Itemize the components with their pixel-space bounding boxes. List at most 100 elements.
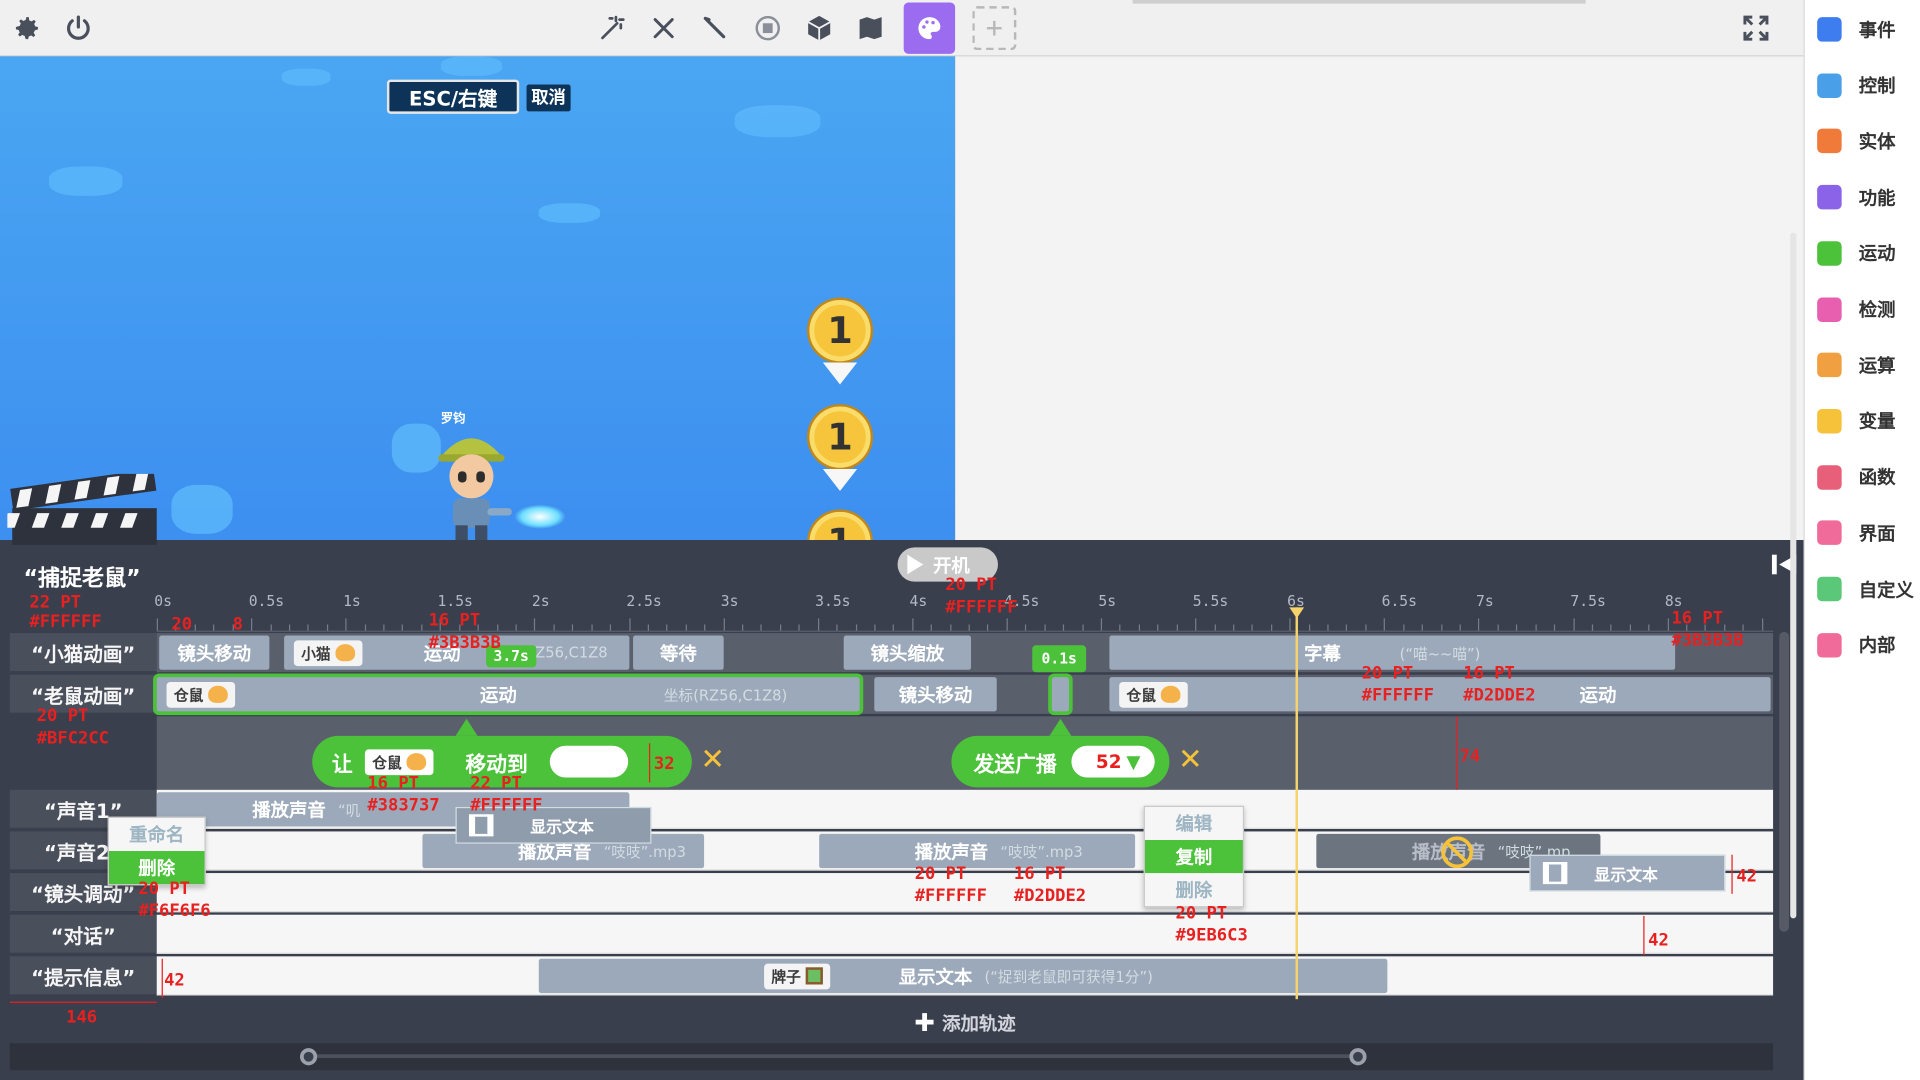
menu-item-delete[interactable]: 删除 [1145,873,1243,906]
coin-marker[interactable]: 1 [809,406,871,468]
ruler-tick [1497,624,1499,631]
ruler-tick [496,624,498,631]
sidebar-item-8[interactable]: 函数 [1805,450,1920,504]
ruler-tick [326,624,328,631]
target-position-input[interactable] [549,745,629,778]
ruler-tick [553,624,555,631]
sidebar-item-label: 事件 [1858,18,1896,42]
sidebar-item-6[interactable]: 运算 [1805,338,1920,392]
track-name[interactable]: “提示信息” [9,956,157,996]
annotation: 16 PT [1671,608,1724,629]
palette-icon[interactable] [903,2,956,54]
add-tool-icon[interactable] [972,6,1017,51]
sidebar-item-3[interactable]: 功能 [1805,170,1920,224]
sidebar-item-7[interactable]: 变量 [1805,394,1920,448]
ruler-tick [1025,624,1027,631]
track-name[interactable]: “对话” [9,914,157,954]
fullscreen-icon[interactable] [1734,6,1778,50]
broadcast-select[interactable]: 52 ▼ [1071,745,1155,778]
ruler-tick [893,624,895,631]
magic-wand-icon[interactable] [590,6,634,50]
ruler-tick [1610,624,1612,631]
cube-icon[interactable] [797,6,841,50]
annotation: 20 PT [36,706,89,727]
ruler-tick [798,624,800,631]
drag-clip-show-text[interactable]: 显示文本 [1529,854,1726,892]
block-text: 让 [331,752,353,777]
annotation: #3B3B3B [428,633,501,653]
clip-context-menu: 编辑 复制 删除 [1143,805,1245,908]
stop-record-icon[interactable] [746,6,790,50]
scroll-handle-right[interactable] [1349,1048,1367,1066]
ruler-tick [930,624,933,631]
ruler-tick [1100,618,1103,631]
gamepad-icon [1817,73,1842,98]
time-badge: 0.1s [1032,645,1087,673]
time-tick-label: 7s [1476,592,1494,610]
add-track-button[interactable]: ✚ 添加轨迹 [156,999,1774,1046]
annotation: 20 [171,614,193,635]
ruler-tick [1459,624,1461,631]
clip-show-text[interactable]: 牌子 显示文本 (“捉到老鼠即可获得1分”) [538,958,1388,994]
ruler-tick [817,618,819,631]
menu-item-edit[interactable]: 编辑 [1145,807,1243,840]
menu-item-rename[interactable]: 重命名 [109,818,205,851]
annotation: 20 PT [914,864,967,885]
scroll-track[interactable] [308,1054,1360,1058]
pen-tool-icon[interactable] [693,6,737,50]
ruler-tick [912,618,914,631]
ruler-tick [307,624,310,631]
settings-gear-icon[interactable] [5,6,49,50]
clip-play-sound[interactable]: 播放声音 “吱吱”.mp3 [819,833,1136,869]
clip-broadcast-marker[interactable] [1051,677,1069,712]
sidebar-scrollbar[interactable] [1790,232,1797,919]
clip-camera-zoom[interactable]: 镜头缩放 [843,635,972,670]
annotation: #D2DDE2 [1013,886,1087,907]
ruler-tick [364,624,366,631]
sidebar-item-10[interactable]: 自定义 [1805,562,1920,616]
broadcast-block[interactable]: 发送广播 52 ▼ [951,735,1170,788]
play-label: 开机 [933,554,970,577]
sidebar-item-label: 界面 [1858,522,1896,545]
ruler-tick [1157,624,1159,631]
vertical-scrollbar[interactable] [1779,631,1789,932]
clip-camera-move[interactable]: 镜头移动 [159,635,270,670]
mouse-chip[interactable]: 仓鼠 [364,748,434,775]
chip-label: 牌子 [771,967,801,986]
track-lane[interactable] [156,914,1774,954]
clip-wait[interactable]: 等待 [633,635,724,670]
playhead-handle-icon[interactable] [1289,607,1305,619]
play-circle-icon [1817,17,1842,42]
clip-sub: “吱吱”.mp3 [603,843,686,861]
close-icon[interactable]: ✕ [700,742,725,776]
sidebar-item-1[interactable]: 控制 [1805,58,1920,112]
menu-item-copy[interactable]: 复制 [1144,840,1243,874]
ruler-tick [1270,624,1272,631]
annotation: 16 PT [367,773,419,794]
time-tick-label: 6.5s [1381,592,1417,610]
ruler-tick [534,618,536,631]
track-name[interactable]: “小猫动画” [9,633,157,673]
coin-marker[interactable]: 1 [809,300,871,362]
clip-mouse-motion-2[interactable]: 仓鼠 运动 [1109,677,1771,712]
sidebar-item-2[interactable]: 实体 [1805,114,1920,168]
clip-mouse-motion[interactable]: 仓鼠 运动 坐标(RZ56,C1Z8) [156,677,860,712]
ruler-tick [1629,624,1631,631]
sidebar-item-0[interactable]: 事件 [1805,2,1920,56]
sidebar-item-5[interactable]: 检测 [1805,282,1920,336]
playhead[interactable] [1295,607,1298,1045]
sidebar-item-11[interactable]: 内部 [1805,618,1920,672]
power-icon[interactable] [56,6,100,50]
sidebar-item-label: 功能 [1858,186,1896,209]
cross-tool-icon[interactable] [642,6,686,50]
sidebar-item-4[interactable]: 运动 [1805,226,1920,280]
ruler-tick [704,624,706,631]
map-icon[interactable] [849,6,893,50]
sidebar-item-9[interactable]: 界面 [1805,506,1920,560]
close-icon[interactable]: ✕ [1178,742,1203,776]
clip-camera-move[interactable]: 镜头移动 [874,677,997,712]
scroll-handle-left[interactable] [300,1048,318,1066]
measure-line [648,743,651,783]
character-sprite[interactable] [429,422,515,541]
annotation: 42 [164,971,185,991]
